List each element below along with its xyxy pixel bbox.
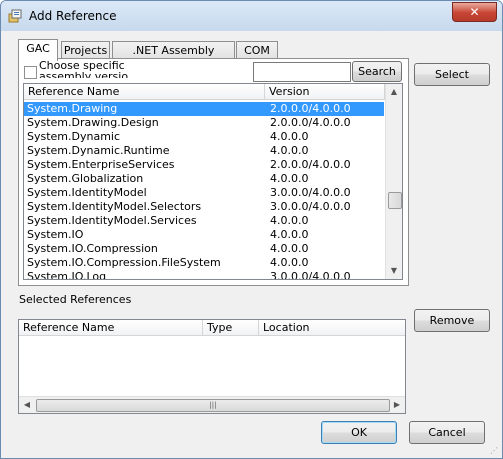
table-row[interactable]: System.IO.Log 3.0.0.0/4.0.0.0 [24,270,384,280]
scroll-thumb[interactable] [388,192,402,209]
cancel-button-label: Cancel [428,426,466,439]
reference-name-cell: System.Dynamic [27,130,121,143]
search-button-label: Search [358,65,396,78]
table-row[interactable]: System.IdentityModel 3.0.0.0/4.0.0.0 [24,186,384,200]
close-button[interactable]: ✕ [452,2,497,22]
choose-version-checkbox[interactable] [24,66,37,79]
tab-gac[interactable]: GAC [18,39,58,61]
resize-grip-icon[interactable]: ⋰ [490,446,500,456]
version-cell: 3.0.0.0/4.0.0.0 [270,200,351,213]
search-button[interactable]: Search [352,61,402,82]
cancel-button[interactable]: Cancel [409,421,485,444]
horizontal-scrollbar[interactable]: ◀ ||| ▶ [19,396,405,413]
version-cell: 2.0.0.0/4.0.0.0 [270,158,351,171]
column-header-version[interactable]: Version [265,84,385,100]
table-row[interactable]: System.Globalization 4.0.0.0 [24,172,384,186]
search-input[interactable] [253,62,351,82]
reference-name-cell: System.IO [27,228,84,241]
selected-references-label: Selected References [19,293,132,306]
column-header-location-label: Location [263,321,310,334]
column-header-reference-name-label: Reference Name [28,85,120,98]
tab-gac-label: GAC [26,42,50,55]
table-row[interactable]: System.Drawing 2.0.0.0/4.0.0.0 [24,102,384,116]
reference-name-cell: System.Dynamic.Runtime [27,144,170,157]
reference-name-cell: System.Drawing [27,102,118,115]
tab-com-label: COM [244,44,270,57]
reference-name-cell: System.IdentityModel [27,186,147,199]
select-button[interactable]: Select [414,63,490,86]
reference-name-cell: System.Drawing.Design [27,116,159,129]
remove-button-label: Remove [429,314,475,327]
version-cell: 4.0.0.0 [270,144,309,157]
column-header-reference-name-label: Reference Name [23,321,115,334]
column-header-reference-name[interactable]: Reference Name [19,320,203,336]
version-cell: 4.0.0.0 [270,242,309,255]
table-row[interactable]: System.Dynamic 4.0.0.0 [24,130,384,144]
choose-version-label[interactable]: Choose specific assembly versio [39,60,134,78]
scroll-thumb-horizontal[interactable]: ||| [36,399,390,412]
scroll-right-arrow-icon[interactable]: ▶ [389,397,405,413]
table-row[interactable]: System.IdentityModel.Selectors 3.0.0.0/4… [24,200,384,214]
column-header-version-label: Version [269,85,310,98]
scroll-down-arrow-icon[interactable]: ▼ [386,263,402,279]
table-row[interactable]: System.Dynamic.Runtime 4.0.0.0 [24,144,384,158]
scroll-up-arrow-icon[interactable]: ▲ [386,84,402,100]
gac-reference-list[interactable]: Reference Name Version System.Drawing 2.… [23,83,403,280]
ok-button-label: OK [351,426,367,439]
select-button-label: Select [435,68,469,81]
vertical-scrollbar[interactable]: ▲ ▼ [385,84,402,279]
table-row[interactable]: System.IO.Compression 4.0.0.0 [24,242,384,256]
reference-name-cell: System.EnterpriseServices [27,158,175,171]
table-row[interactable]: System.IO 4.0.0.0 [24,228,384,242]
reference-name-cell: System.IO.Log [27,270,107,280]
version-cell: 4.0.0.0 [270,214,309,227]
table-row[interactable]: System.EnterpriseServices 2.0.0.0/4.0.0.… [24,158,384,172]
version-cell: 2.0.0.0/4.0.0.0 [270,116,351,129]
column-header-type[interactable]: Type [203,320,259,336]
remove-button[interactable]: Remove [414,309,490,332]
reference-name-cell: System.Globalization [27,172,144,185]
add-reference-dialog: Add Reference ✕ GAC Projects .NET Assemb… [0,0,503,459]
version-cell: 4.0.0.0 [270,172,309,185]
tab-projects-label: Projects [63,44,108,57]
add-reference-app-icon [8,9,22,23]
version-cell: 2.0.0.0/4.0.0.0 [270,102,351,115]
column-header-reference-name[interactable]: Reference Name [24,84,265,100]
selected-references-list[interactable]: Reference Name Type Location ◀ ||| ▶ [18,319,406,414]
window-title: Add Reference [29,9,117,23]
scroll-left-arrow-icon[interactable]: ◀ [19,397,35,413]
version-cell: 4.0.0.0 [270,256,309,269]
table-row[interactable]: System.Drawing.Design 2.0.0.0/4.0.0.0 [24,116,384,130]
reference-name-cell: System.IdentityModel.Services [27,214,197,227]
column-header-location[interactable]: Location [259,320,405,336]
version-cell: 4.0.0.0 [270,130,309,143]
column-header-type-label: Type [207,321,233,334]
close-icon: ✕ [469,5,480,19]
version-cell: 4.0.0.0 [270,228,309,241]
table-row[interactable]: System.IdentityModel.Services 4.0.0.0 [24,214,384,228]
reference-name-cell: System.IO.Compression [27,242,158,255]
version-cell: 3.0.0.0/4.0.0.0 [270,186,351,199]
table-row[interactable]: System.IO.Compression.FileSystem 4.0.0.0 [24,256,384,270]
title-bar[interactable]: Add Reference ✕ [1,1,502,31]
ok-button[interactable]: OK [321,421,397,444]
reference-name-cell: System.IO.Compression.FileSystem [27,256,221,269]
reference-name-cell: System.IdentityModel.Selectors [27,200,202,213]
version-cell: 3.0.0.0/4.0.0.0 [270,270,351,280]
